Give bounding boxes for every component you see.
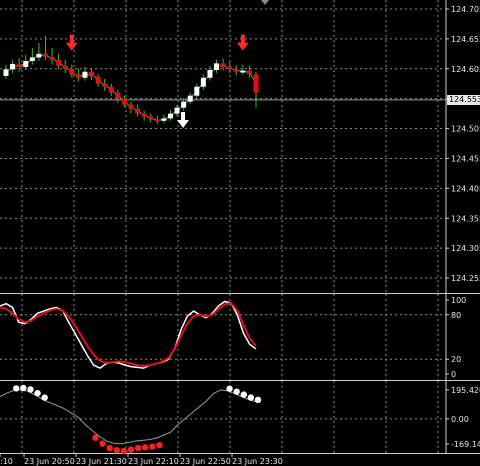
time-tick-label: 23 Jun 23:30: [232, 457, 283, 466]
oversold-dot: [92, 434, 99, 441]
price-tick-label: 124.655: [451, 35, 480, 44]
bull-candle: [82, 71, 88, 78]
bull-candle: [29, 57, 35, 61]
price-tick-label: 124.605: [451, 65, 480, 74]
oversold-dot: [134, 444, 142, 452]
overbought-dot: [240, 391, 247, 398]
bull-candle: [23, 60, 29, 67]
price-tick-label: 124.405: [451, 184, 480, 193]
bear-candle: [135, 108, 141, 114]
overbought-dot: [41, 394, 48, 401]
bull-candle: [200, 77, 206, 87]
bull-candle: [194, 86, 200, 96]
oversold-dot: [106, 444, 113, 452]
overbought-dot: [247, 394, 255, 401]
bear-candle: [75, 74, 81, 78]
bear-candle: [49, 56, 55, 60]
oversold-dot: [120, 447, 128, 455]
overbought-dot: [254, 396, 262, 404]
sell-arrow-icon: [65, 34, 78, 51]
bull-candle: [240, 70, 246, 73]
price-tick-label: 124.505: [451, 125, 480, 134]
overbought-dot: [20, 384, 27, 392]
bear-candle: [89, 71, 95, 77]
bear-candle: [246, 70, 252, 75]
bear-candle: [253, 74, 259, 93]
bull-candle: [181, 101, 187, 108]
stoch-tick-label: 20: [451, 355, 461, 364]
stoch-main-line: [0, 300, 257, 369]
bear-candle: [56, 59, 62, 66]
trading-chart[interactable]: 124.705124.655124.605124.555124.505124.4…: [0, 0, 480, 466]
stoch-tick-label: 80: [451, 311, 461, 320]
bear-candle: [115, 92, 121, 99]
cci-tick-label: -169.1482: [451, 440, 480, 449]
cci-tick-label: 0.00: [451, 415, 469, 424]
oversold-dot: [99, 440, 106, 447]
time-tick-label: 23 Jun 22:50: [180, 457, 231, 466]
bear-candle: [121, 98, 127, 105]
bear-candle: [154, 119, 160, 122]
stoch-tick-label: 100: [451, 296, 466, 305]
bull-candle: [167, 113, 173, 119]
bear-candle: [141, 113, 147, 117]
price-tick-label: 124.455: [451, 154, 480, 163]
price-tick-label: 124.255: [451, 274, 480, 283]
time-tick-label: 23 Jun 21:30: [76, 457, 127, 466]
bull-candle: [214, 63, 220, 70]
bear-candle: [227, 66, 233, 70]
sell-arrow-icon: [236, 34, 249, 51]
bear-candle: [233, 69, 239, 72]
bear-candle: [148, 116, 154, 120]
current-price-tag: 124.553: [447, 94, 480, 105]
bear-candle: [102, 83, 108, 87]
bear-candle: [16, 63, 22, 67]
overbought-dot: [34, 389, 41, 397]
oversold-dot: [113, 447, 120, 454]
bull-candle: [187, 95, 193, 102]
bear-candle: [128, 104, 134, 109]
bull-candle: [3, 69, 9, 76]
overbought-dot: [13, 385, 20, 392]
cci-tick-label: 195.4203: [451, 386, 480, 395]
scroll-marker-icon: [261, 0, 269, 5]
bull-candle: [161, 118, 167, 121]
overbought-dot: [226, 385, 233, 392]
time-tick-label: :10: [0, 457, 13, 466]
time-tick-label: 23 Jun 22:10: [128, 457, 179, 466]
stoch-tick-label: 0: [451, 370, 456, 379]
bear-candle: [42, 53, 48, 57]
bear-candle: [220, 63, 226, 67]
bear-candle: [62, 65, 68, 69]
bear-candle: [108, 86, 114, 93]
price-tick-label: 124.355: [451, 214, 480, 223]
time-tick-label: 23 Jun 20:50: [24, 457, 75, 466]
bull-candle: [207, 69, 213, 78]
oversold-dot: [142, 444, 149, 451]
buy-arrow-icon: [177, 112, 190, 129]
overbought-dot: [233, 388, 240, 395]
bear-candle: [95, 76, 101, 84]
cci-line: [0, 389, 257, 445]
overbought-dot: [27, 386, 34, 393]
bull-candle: [10, 63, 16, 70]
bear-candle: [69, 68, 75, 75]
price-tick-label: 124.705: [451, 5, 480, 14]
oversold-dot: [156, 441, 163, 449]
bull-candle: [36, 53, 42, 58]
oversold-dot: [149, 443, 156, 450]
price-tick-label: 124.305: [451, 244, 480, 253]
bull-candle: [174, 107, 180, 114]
oversold-dot: [127, 446, 135, 453]
